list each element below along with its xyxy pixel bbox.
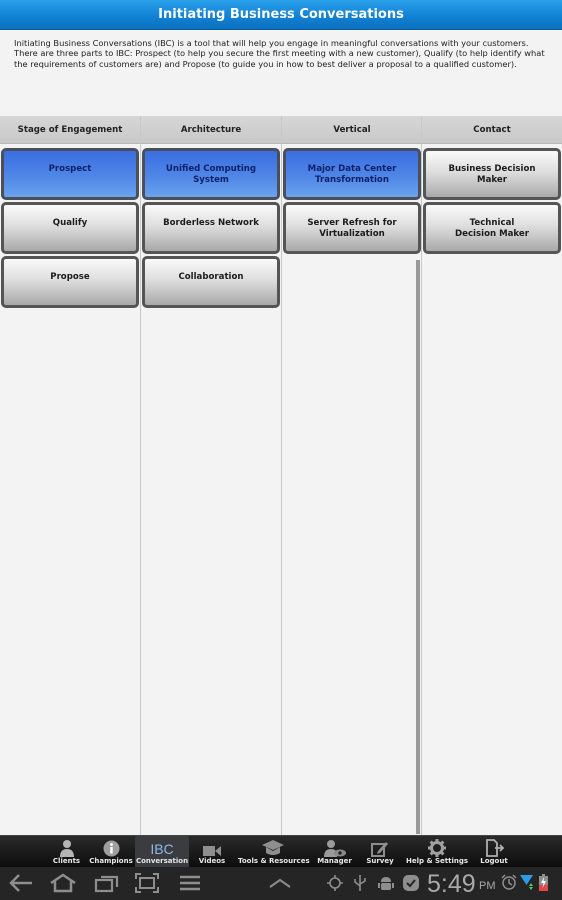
survey-pencil-icon — [364, 836, 396, 857]
tab-manager[interactable]: Manager — [316, 836, 353, 868]
info-icon — [88, 836, 134, 857]
chevron-up-icon[interactable] — [268, 873, 292, 897]
list-item-business-decision-maker[interactable]: Business Decision Maker — [423, 148, 561, 200]
clock-ampm: PM — [479, 880, 496, 892]
list-item-major-data-center-transformation[interactable]: Major Data Center Transformation — [283, 148, 421, 200]
task-done-icon — [403, 875, 419, 895]
tab-clients[interactable]: Clients — [50, 836, 83, 868]
stage-list: Prospect Qualify Propose — [0, 144, 140, 308]
intro-description: Initiating Business Conversations (IBC) … — [14, 38, 545, 69]
android-debug-icon — [378, 875, 394, 895]
battery-charging-icon — [539, 874, 548, 895]
gps-icon — [327, 875, 343, 895]
vertical-list: Major Data Center Transformation Server … — [282, 144, 422, 254]
menu-icon[interactable] — [178, 873, 202, 897]
tab-help-settings[interactable]: Help & Settings — [406, 836, 468, 868]
architecture-list: Unified Computing System Borderless Netw… — [141, 144, 281, 308]
tab-label: Manager — [317, 857, 352, 865]
tab-label: Survey — [366, 857, 394, 865]
logout-icon — [478, 836, 510, 857]
column-stage-of-engagement: Stage of Engagement Prospect Qualify Pro… — [0, 116, 140, 835]
list-item-unified-computing-system[interactable]: Unified Computing System — [142, 148, 280, 200]
contact-list: Business Decision Maker Technical Decisi… — [422, 144, 562, 254]
tab-label: Tools & Resources — [238, 857, 310, 865]
tab-conversation[interactable]: IBC Conversation — [135, 836, 189, 868]
vertical-column-scrollbar[interactable] — [416, 260, 420, 834]
tab-tools-resources[interactable]: Tools & Resources — [238, 836, 310, 868]
ibc-icon: IBC — [150, 841, 174, 857]
manager-eye-icon — [316, 836, 353, 857]
page-title: Initiating Business Conversations — [158, 7, 404, 22]
list-item-qualify[interactable]: Qualify — [1, 202, 139, 254]
usb-icon — [353, 874, 367, 896]
list-item-propose[interactable]: Propose — [1, 256, 139, 308]
list-item-technical-decision-maker[interactable]: Technical Decision Maker — [423, 202, 561, 254]
back-icon[interactable] — [8, 873, 34, 897]
graduation-cap-icon — [238, 836, 308, 857]
gear-icon — [406, 836, 468, 857]
list-item-prospect[interactable]: Prospect — [1, 148, 139, 200]
column-header: Vertical — [282, 116, 422, 144]
column-architecture: Architecture Unified Computing System Bo… — [141, 116, 281, 835]
column-vertical: Vertical Major Data Center Transformatio… — [282, 116, 422, 835]
tab-label: Help & Settings — [406, 857, 469, 865]
screenshot-icon[interactable] — [135, 873, 159, 897]
tab-logout[interactable]: Logout — [478, 836, 510, 868]
video-camera-icon — [196, 836, 228, 857]
list-item-borderless-network[interactable]: Borderless Network — [142, 202, 280, 254]
list-item-server-refresh-for-virtualization[interactable]: Server Refresh for Virtualization — [283, 202, 421, 254]
clock-time[interactable]: 5:49 — [427, 869, 476, 899]
tab-label: Logout — [480, 857, 508, 865]
column-header: Architecture — [141, 116, 281, 144]
person-icon — [50, 836, 83, 857]
alarm-icon — [501, 874, 517, 894]
tab-videos[interactable]: Videos — [196, 836, 228, 868]
tab-survey[interactable]: Survey — [364, 836, 396, 868]
home-icon[interactable] — [49, 873, 77, 897]
bottom-tab-bar: Clients Champions IBC Conversation Video… — [0, 835, 562, 868]
column-contact: Contact Business Decision Maker Technica… — [422, 116, 562, 835]
column-header: Stage of Engagement — [0, 116, 140, 144]
wifi-signal-icon — [520, 875, 533, 895]
column-header: Contact — [422, 116, 562, 144]
tab-champions[interactable]: Champions — [88, 836, 134, 868]
tab-label: Clients — [52, 857, 81, 865]
system-navigation-bar: 5:49 PM — [0, 867, 562, 900]
recent-apps-icon[interactable] — [94, 873, 120, 897]
tab-label: Videos — [198, 857, 226, 865]
app-title-bar: Initiating Business Conversations — [0, 0, 562, 30]
list-item-collaboration[interactable]: Collaboration — [142, 256, 280, 308]
tab-label: Champions — [89, 857, 133, 865]
tab-label: Conversation — [135, 857, 189, 865]
